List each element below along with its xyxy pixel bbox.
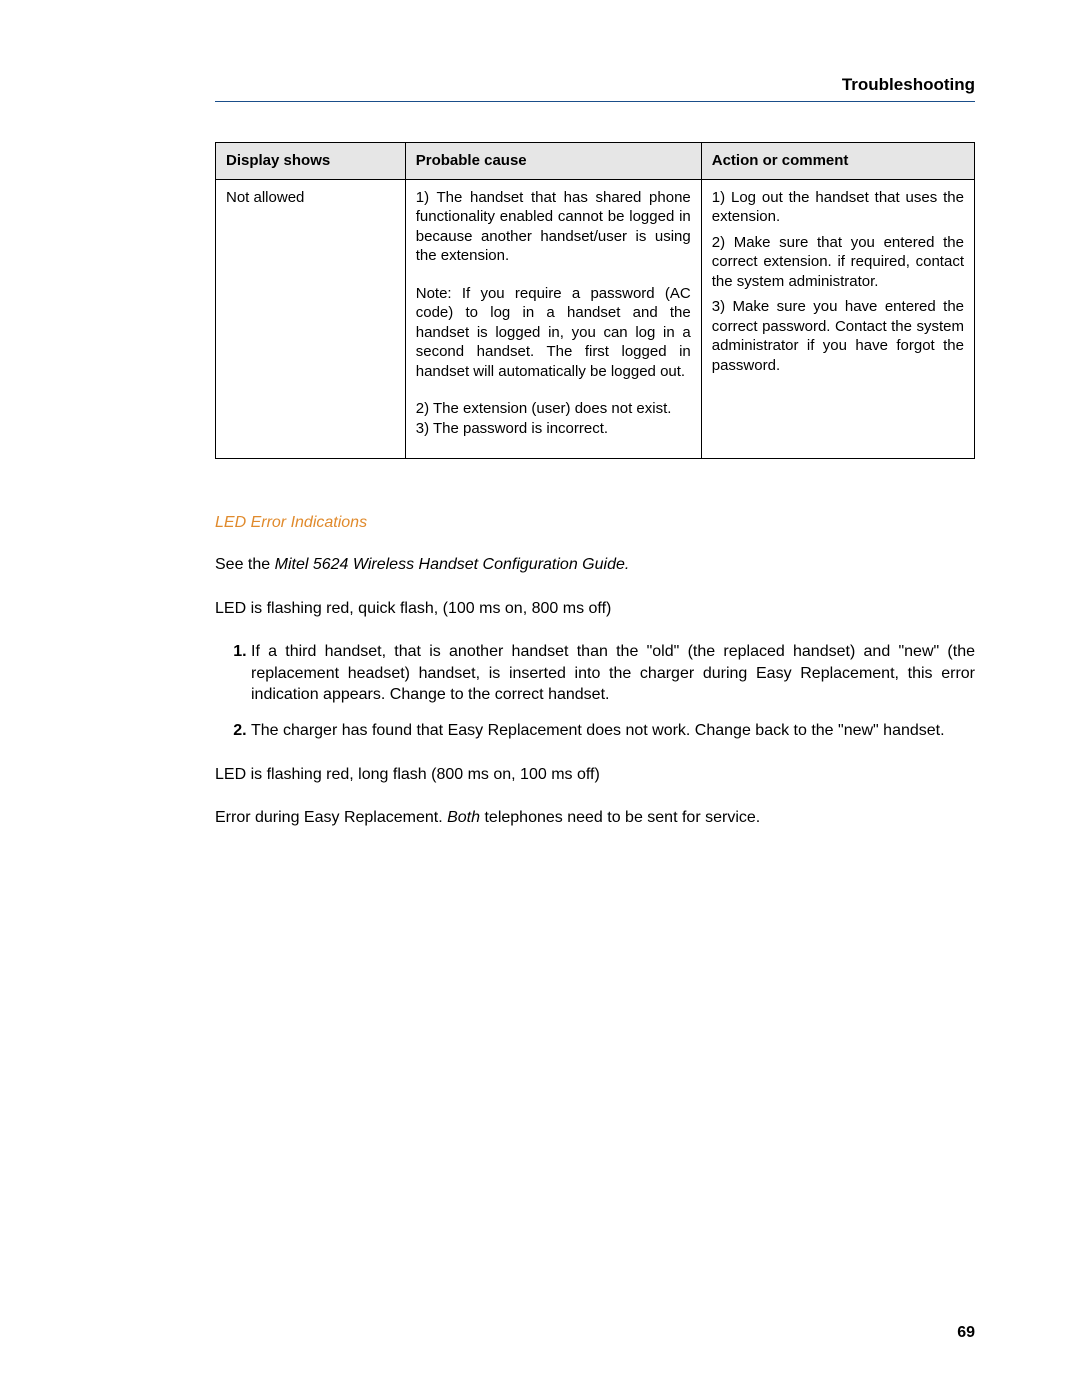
body-text: See the Mitel 5624 Wireless Handset Conf… <box>215 554 975 619</box>
action-item-1: 1) Log out the handset that uses the ext… <box>712 188 964 227</box>
cause-note: Note: If you require a password (AC code… <box>416 284 691 382</box>
troubleshooting-table: Display shows Probable cause Action or c… <box>215 142 975 459</box>
see-prefix: See the <box>215 556 275 573</box>
table-header-row: Display shows Probable cause Action or c… <box>216 143 975 180</box>
cause-item-1: 1) The handset that has shared phone fun… <box>416 188 691 266</box>
page-number: 69 <box>957 1324 975 1342</box>
cause-item-2: 2) The extension (user) does not exist. <box>416 399 691 419</box>
action-item-2: 2) Make sure that you entered the correc… <box>712 233 964 292</box>
led-quick-flash-line: LED is flashing red, quick flash, (100 m… <box>215 598 975 620</box>
cell-cause: 1) The handset that has shared phone fun… <box>405 179 701 459</box>
th-action-comment: Action or comment <box>701 143 974 180</box>
th-probable-cause: Probable cause <box>405 143 701 180</box>
error-line: Error during Easy Replacement. Both tele… <box>215 807 975 829</box>
list-item: The charger has found that Easy Replacem… <box>251 720 975 742</box>
error-suffix: telephones need to be sent for service. <box>480 809 760 826</box>
cause-item-3: 3) The password is incorrect. <box>416 419 691 439</box>
action-item-3: 3) Make sure you have entered the correc… <box>712 297 964 375</box>
numbered-list: If a third handset, that is another hand… <box>215 641 975 741</box>
see-guide-line: See the Mitel 5624 Wireless Handset Conf… <box>215 554 975 576</box>
running-header: Troubleshooting <box>215 75 975 102</box>
cell-display: Not allowed <box>216 179 406 459</box>
led-long-flash-line: LED is flashing red, long flash (800 ms … <box>215 764 975 786</box>
page: Troubleshooting Display shows Probable c… <box>0 0 1080 1397</box>
body-text-2: LED is flashing red, long flash (800 ms … <box>215 764 975 829</box>
section-heading-led: LED Error Indications <box>215 514 975 532</box>
guide-title: Mitel 5624 Wireless Handset Configuratio… <box>275 556 630 573</box>
error-prefix: Error during Easy Replacement. <box>215 809 447 826</box>
table-row: Not allowed 1) The handset that has shar… <box>216 179 975 459</box>
cell-action: 1) Log out the handset that uses the ext… <box>701 179 974 459</box>
list-item: If a third handset, that is another hand… <box>251 641 975 706</box>
error-italic: Both <box>447 809 480 826</box>
th-display-shows: Display shows <box>216 143 406 180</box>
